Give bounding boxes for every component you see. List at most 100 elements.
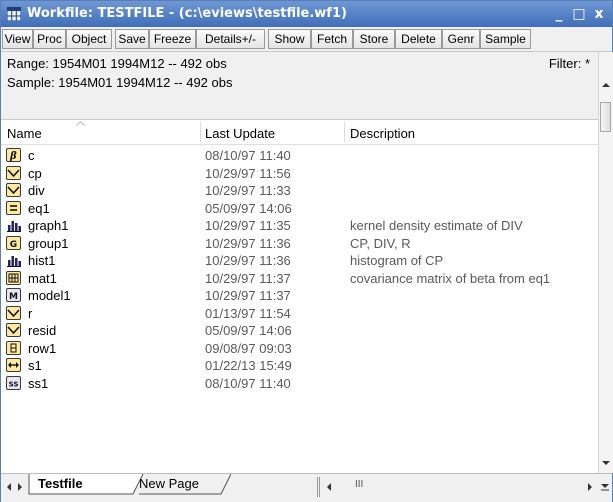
object-description: covariance matrix of beta from eq1 — [350, 270, 551, 286]
model-icon: M — [6, 288, 21, 302]
object-last-update: 05/09/97 14:06 — [205, 323, 292, 338]
vertical-scrollbar[interactable] — [598, 52, 613, 473]
matrix-icon — [6, 270, 21, 285]
view-button[interactable]: View — [2, 29, 33, 49]
object-name: hist1 — [28, 253, 56, 268]
column-header-last-update[interactable]: Last Update — [205, 126, 275, 141]
object-last-update: 08/10/97 11:40 — [205, 148, 291, 163]
object-name: r — [28, 305, 33, 321]
link-icon — [6, 358, 21, 372]
column-header-name[interactable]: Name — [7, 126, 42, 141]
show-button[interactable]: Show — [268, 29, 311, 49]
list-item[interactable]: cp 10/29/97 11:56 — [1, 165, 598, 182]
scroll-down-arrow-icon[interactable] — [602, 460, 610, 466]
scroll-left-arrow-icon[interactable] — [326, 483, 332, 491]
list-item[interactable]: div 10/29/97 11:33 — [1, 182, 598, 199]
freeze-button[interactable]: Freeze — [149, 29, 196, 49]
scroll-right-arrow-icon[interactable] — [587, 483, 593, 491]
list-item[interactable]: Mmodel1 10/29/97 11:37 — [1, 287, 598, 304]
filter-text[interactable]: Filter: * — [549, 56, 590, 71]
object-name: row1 — [28, 340, 57, 356]
equation-icon — [6, 200, 21, 215]
object-last-update: 09/08/97 09:03 — [205, 340, 292, 356]
object-last-update: 01/13/97 11:54 — [205, 305, 291, 321]
sspace-icon: SS — [6, 375, 21, 390]
svg-text:β: β — [9, 151, 17, 162]
scroll-up-arrow-icon[interactable] — [602, 82, 610, 88]
column-header-description[interactable]: Description — [350, 126, 415, 141]
workfile-icon — [7, 7, 21, 21]
object-last-update: 10/29/97 11:37 — [205, 288, 291, 303]
group-icon: G — [6, 235, 21, 250]
object-name: eq1 — [28, 200, 50, 216]
sort-arrow-icon — [76, 121, 85, 126]
series-icon — [6, 183, 21, 197]
object-last-update: 01/22/13 15:49 — [205, 358, 292, 373]
graph-icon — [7, 256, 21, 267]
list-item[interactable]: hist1 10/29/97 11:36 histogram of CP — [1, 252, 598, 269]
horizontal-scroll-grip[interactable]: III — [355, 479, 363, 490]
object-name: resid — [28, 323, 57, 338]
list-item[interactable]: row1 09/08/97 09:03 — [1, 340, 598, 357]
list-item[interactable]: Ggroup1 10/29/97 11:36 CP, DIV, R — [1, 235, 598, 252]
genr-button[interactable]: Genr — [442, 29, 480, 49]
object-list: Name Last Update Description β c 08/10/97 … — [1, 119, 598, 474]
object-name: c — [28, 148, 35, 163]
sample-button[interactable]: Sample — [480, 29, 531, 49]
tab-testfile[interactable]: Testfile — [38, 476, 83, 491]
list-item[interactable]: β c 08/10/97 11:40 — [1, 147, 598, 164]
sample-text[interactable]: Sample: 1954M01 1994M12 -- 492 obs — [7, 75, 232, 90]
delete-button[interactable]: Delete — [395, 29, 442, 49]
list-item[interactable]: graph1 10/29/97 11:35 kernel density estim… — [1, 217, 598, 234]
store-button[interactable]: Store — [353, 29, 395, 49]
list-item[interactable]: SS ss1 08/10/97 11:40 — [1, 375, 598, 392]
series-icon — [6, 323, 21, 337]
maximize-button[interactable]: □ — [570, 5, 588, 23]
object-name: graph1 — [28, 218, 69, 233]
workfile-info-panel: Range: 1954M01 1994M12 -- 492 obs Sample… — [1, 52, 598, 118]
object-name: s1 — [28, 358, 42, 373]
range-text[interactable]: Range: 1954M01 1994M12 -- 492 obs — [7, 56, 227, 71]
window-title: Workfile: TESTFILE - (c:\eviews\testfile… — [27, 6, 347, 21]
object-description: kernel density estimate of DIV — [350, 218, 523, 233]
column-divider[interactable] — [200, 122, 201, 142]
object-last-update: 10/29/97 11:36 — [205, 253, 291, 268]
object-last-update: 10/29/97 11:36 — [205, 235, 291, 251]
fetch-button[interactable]: Fetch — [311, 29, 353, 49]
list-header: Name Last Update Description — [1, 120, 598, 145]
vector-icon — [6, 340, 21, 355]
object-last-update: 08/10/97 11:40 — [205, 375, 291, 391]
toolbar: View Proc Object Save Freeze Details+/- … — [1, 27, 612, 52]
vertical-scroll-thumb[interactable] — [600, 102, 611, 132]
close-button[interactable]: x — [590, 5, 608, 23]
tab-new-page[interactable]: New Page — [139, 476, 199, 491]
save-button[interactable]: Save — [115, 29, 149, 49]
object-last-update: 10/29/97 11:37 — [205, 270, 291, 286]
object-description: histogram of CP — [350, 253, 444, 268]
list-item[interactable]: eq1 05/09/97 14:06 — [1, 200, 598, 217]
object-last-update: 10/29/97 11:35 — [205, 218, 291, 233]
column-divider[interactable] — [344, 122, 345, 142]
title-bar[interactable]: Workfile: TESTFILE - (c:\eviews\testfile… — [1, 1, 612, 27]
proc-button[interactable]: Proc — [33, 29, 66, 49]
scroll-end-arrow-icon[interactable] — [601, 483, 609, 491]
coef-icon: β — [6, 148, 21, 162]
object-name: ss1 — [28, 375, 49, 391]
object-button[interactable]: Object — [66, 29, 112, 49]
splitter-handle[interactable] — [317, 477, 320, 497]
object-name: model1 — [28, 288, 71, 303]
list-item[interactable]: resid 05/09/97 14:06 — [1, 322, 598, 339]
object-name: mat1 — [28, 270, 57, 286]
object-last-update: 05/09/97 14:06 — [205, 200, 292, 216]
details-button[interactable]: Details+/- — [196, 29, 265, 49]
workfile-window: Workfile: TESTFILE - (c:\eviews\testfile… — [0, 0, 613, 502]
object-last-update: 10/29/97 11:33 — [205, 183, 291, 198]
list-item[interactable]: mat1 10/29/97 11:37 covariance matrix of b… — [1, 270, 598, 287]
list-item[interactable]: s1 01/22/13 15:49 — [1, 357, 598, 374]
object-name: group1 — [28, 235, 69, 251]
minimize-button[interactable]: _ — [550, 5, 568, 23]
graph-icon — [7, 221, 21, 232]
object-name: cp — [28, 165, 42, 181]
series-icon — [6, 165, 21, 180]
list-item[interactable]: r 01/13/97 11:54 — [1, 305, 598, 322]
